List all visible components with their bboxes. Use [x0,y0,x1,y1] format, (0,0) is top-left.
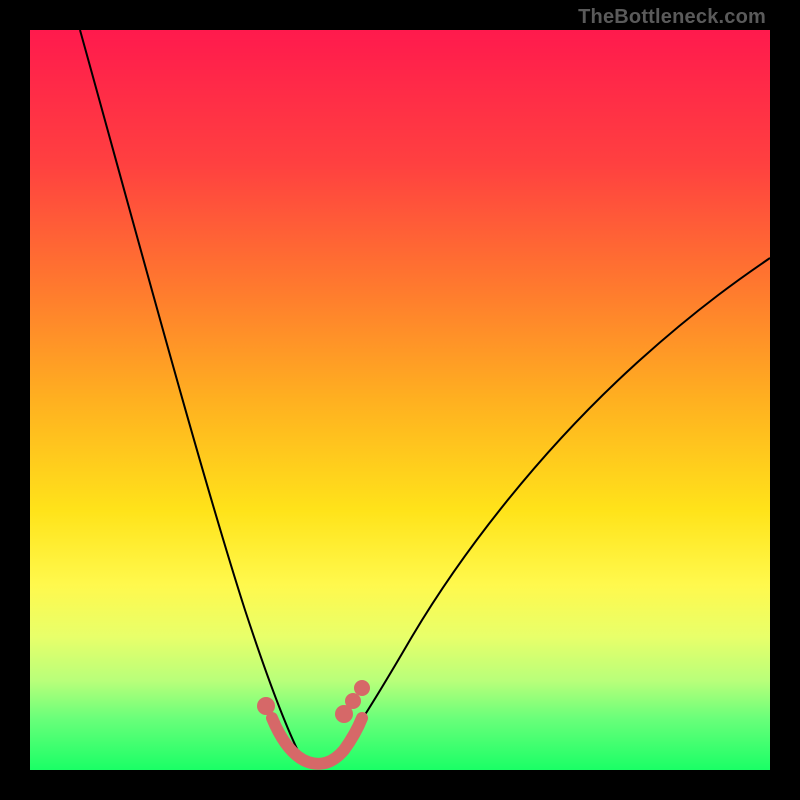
chart-svg [0,0,800,800]
chart-frame: TheBottleneck.com [0,0,800,800]
marker-dot [354,680,370,696]
watermark-text: TheBottleneck.com [578,6,766,29]
left-curve-line [80,30,300,755]
marker-dot [345,693,361,709]
marker-dot [257,697,275,715]
right-curve-line [330,258,770,765]
